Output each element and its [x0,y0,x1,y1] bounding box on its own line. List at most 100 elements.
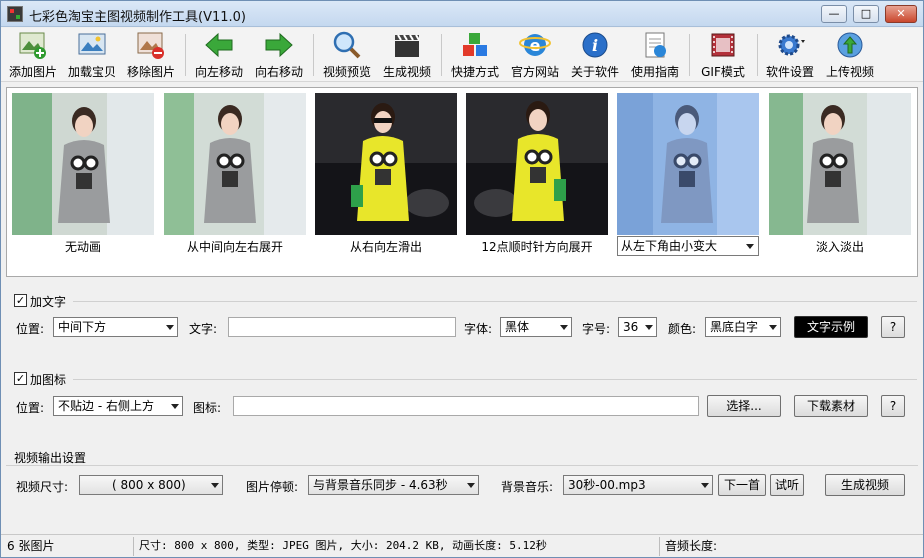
toolbar-separator [313,34,314,76]
text-help-button[interactable]: ? [881,316,905,338]
tool-label: 使用指南 [630,65,679,79]
background-music-select[interactable]: 30秒-00.mp3 [563,475,713,495]
tool-label: 关于软件 [570,65,619,79]
logo-position-select[interactable]: 不贴边 - 右侧上方 [53,396,183,416]
color-value: 黑底白字 [710,320,759,334]
thumbnail-image[interactable] [769,93,911,235]
info-icon: i [582,32,608,58]
close-button[interactable]: ✕ [885,5,917,23]
status-divider [133,537,134,556]
image-pause-select[interactable]: 与背景音乐同步 - 4.63秒 [308,475,479,495]
maximize-button[interactable]: □ [853,5,879,23]
color-label: 颜色: [668,322,697,336]
text-content-input[interactable] [228,317,456,337]
image-info: 尺寸: 800 x 800, 类型: JPEG 图片, 大小: 204.2 KB… [139,539,547,552]
audio-length: 音频长度: [665,539,718,553]
tool-label: 上传视频 [825,65,874,79]
about-button[interactable]: i 关于软件 [567,30,623,80]
choose-logo-button[interactable]: 选择... [707,395,781,417]
magnifier-icon [333,31,361,59]
text-sample-button[interactable]: 文字示例 [794,316,868,338]
font-size-label: 字号: [582,322,611,336]
toolbar-separator [185,34,186,76]
logo-position-label: 位置: [16,401,45,415]
gear-icon [778,34,805,56]
text-position-select[interactable]: 中间下方 [53,317,178,337]
thumbnail-image[interactable] [617,93,759,235]
download-assets-button[interactable]: 下载素材 [794,395,868,417]
upload-video-button[interactable]: 上传视频 [823,30,877,80]
shortcut-button[interactable]: 快捷方式 [447,30,503,80]
tool-label: GIF模式 [701,65,745,79]
next-track-button[interactable]: 下一首 [718,474,766,496]
add-text-checkbox[interactable]: ✓ [14,294,27,307]
remove-image-button[interactable]: 移除图片 [123,30,179,80]
title-bar: 七彩色淘宝主图视频制作工具(V11.0) — □ ✕ [1,1,923,27]
tool-label: 移除图片 [126,65,175,79]
chevron-down-icon [645,325,653,330]
text-position-label: 位置: [16,322,45,336]
font-size-select[interactable]: 36 [618,317,657,337]
generate-video-action-button[interactable]: 生成视频 [825,474,905,496]
chevron-down-icon [166,325,174,330]
tool-label: 添加图片 [8,65,57,79]
chevron-down-icon [769,325,777,330]
chevron-down-icon [467,483,475,488]
font-select[interactable]: 黑体 [500,317,572,337]
divider [73,379,917,380]
add-image-button[interactable]: 添加图片 [5,30,61,80]
background-music-value: 30秒-00.mp3 [568,478,646,492]
font-value: 黑体 [505,320,530,334]
toolbar-separator [441,34,442,76]
cubes-icon [463,33,487,56]
move-left-button[interactable]: 向左移动 [191,30,247,80]
add-image-icon [19,32,46,59]
upload-icon [837,32,863,58]
output-settings-title: 视频输出设置 [14,451,87,465]
guide-icon [645,32,666,58]
add-logo-checkbox[interactable]: ✓ [14,372,27,385]
image-pause-value: 与背景音乐同步 - 4.63秒 [313,478,448,492]
image-count: 6 张图片 [7,539,55,553]
tool-label: 官方网站 [510,65,559,79]
animation-select[interactable]: 从左下角由小变大 [617,236,759,256]
listen-button[interactable]: 试听 [770,474,804,496]
logo-help-button[interactable]: ? [881,395,905,417]
generate-video-button[interactable]: 生成视频 [379,30,435,80]
tool-label: 视频预览 [322,65,371,79]
software-settings-button[interactable]: 软件设置 [761,30,819,80]
video-preview-button[interactable]: 视频预览 [319,30,375,80]
load-product-icon [78,33,106,55]
thumbnail-image[interactable] [12,93,154,235]
thumbnail-image[interactable] [164,93,306,235]
animation-caption: 无动画 [64,240,101,254]
text-content-label: 文字: [189,322,218,336]
chevron-down-icon [171,404,179,409]
tool-label: 加载宝贝 [67,65,116,79]
tool-label: 向左移动 [194,65,243,79]
divider [6,465,918,466]
logo-file-input[interactable] [233,396,699,416]
font-size-value: 36 [623,320,639,334]
tool-label: 软件设置 [765,65,814,79]
minimize-button[interactable]: — [821,5,847,23]
video-size-select[interactable]: ( 800 x 800) [79,475,223,495]
move-right-button[interactable]: 向右移动 [251,30,307,80]
svg-text:i: i [592,36,598,55]
toolbar-separator [689,34,690,76]
toolbar: 添加图片 加载宝贝 移除图片 向左移动 向右移动 视频预览 生成视频 快捷方式 … [1,28,923,82]
thumbnail-image[interactable] [466,93,608,235]
load-product-button[interactable]: 加载宝贝 [64,30,120,80]
thumbnail-image[interactable] [315,93,457,235]
chevron-down-icon [746,244,754,249]
gif-mode-button[interactable]: GIF模式 [695,30,751,80]
clapper-icon [395,34,420,57]
tool-label: 快捷方式 [450,65,499,79]
color-select[interactable]: 黑底白字 [705,317,781,337]
official-site-button[interactable]: e 官方网站 [507,30,563,80]
divider [73,301,917,302]
user-guide-button[interactable]: 使用指南 [627,30,683,80]
add-logo-label: 加图标 [30,373,67,387]
arrow-right-icon [265,32,293,58]
chevron-down-icon [701,483,709,488]
